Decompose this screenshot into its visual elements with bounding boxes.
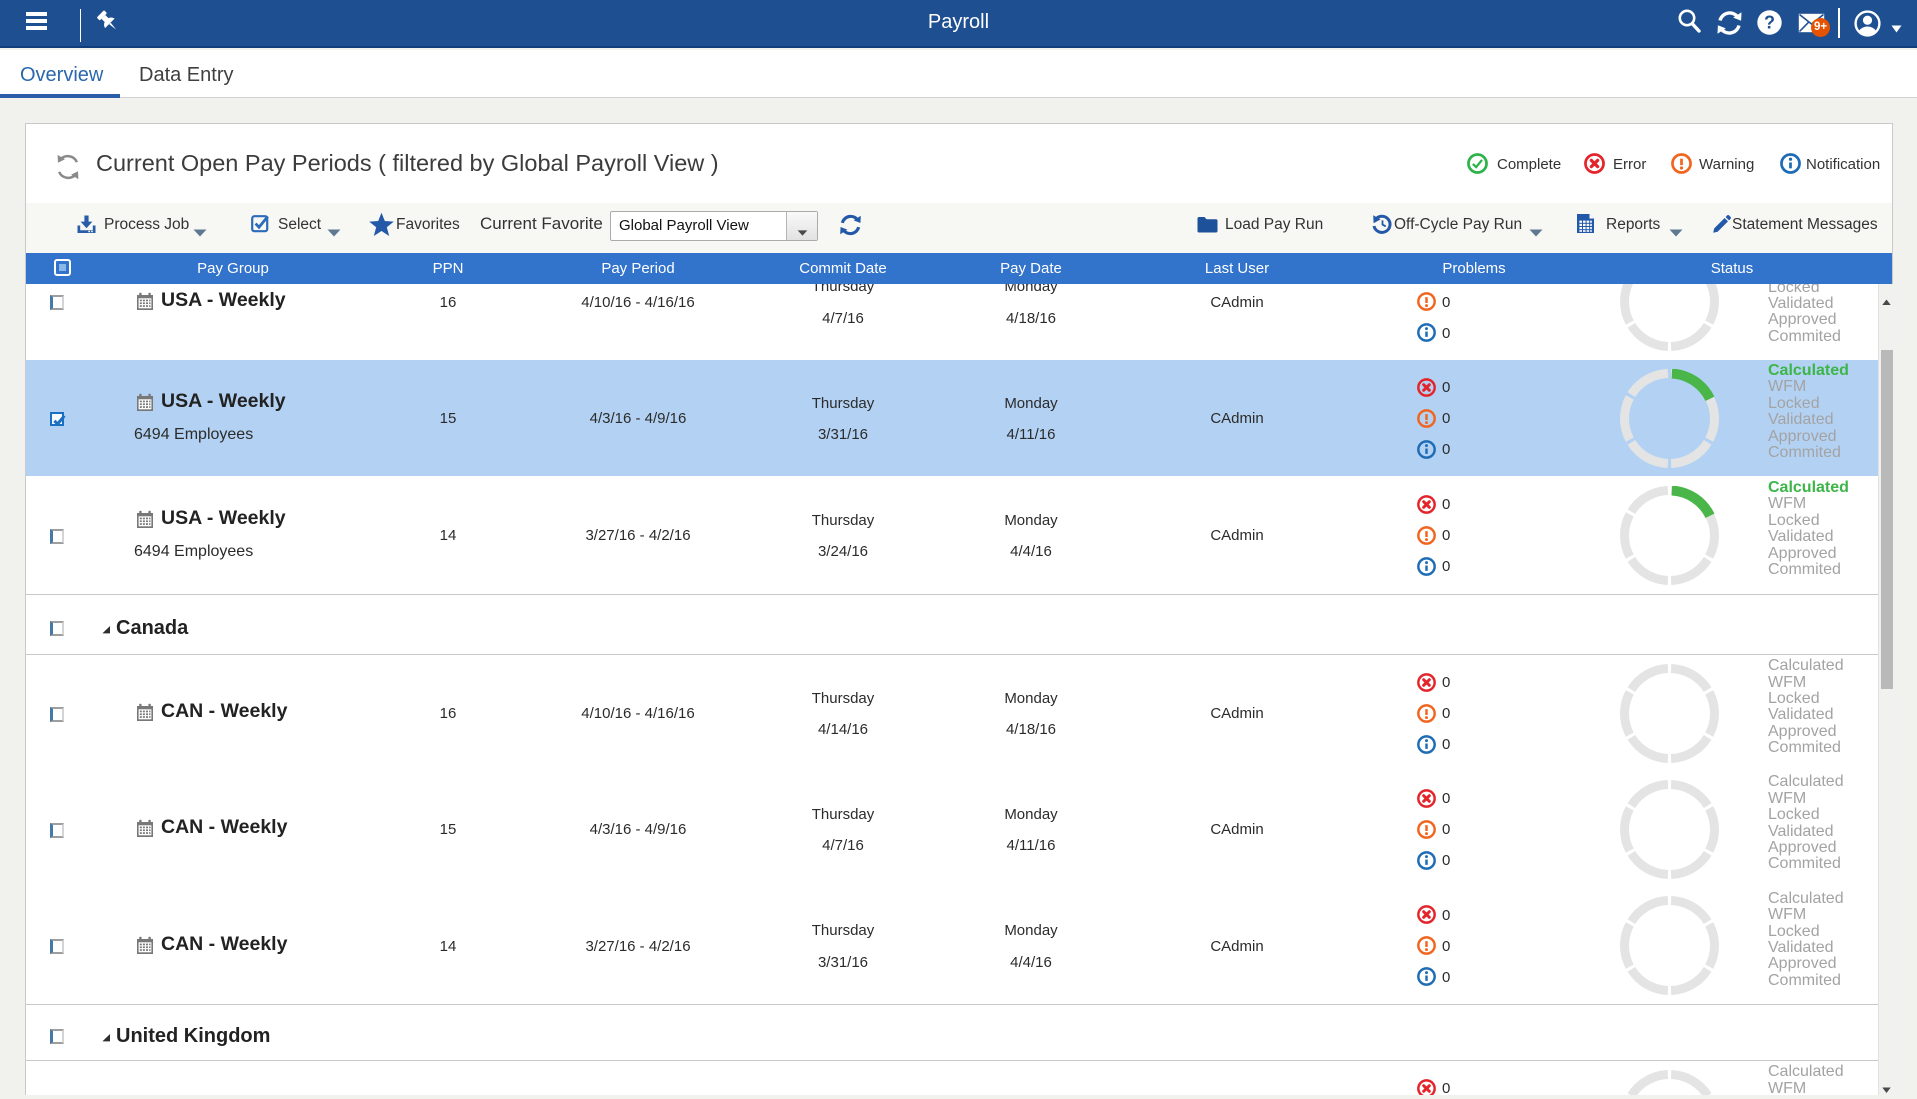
svg-text:?: ? (1764, 12, 1775, 32)
